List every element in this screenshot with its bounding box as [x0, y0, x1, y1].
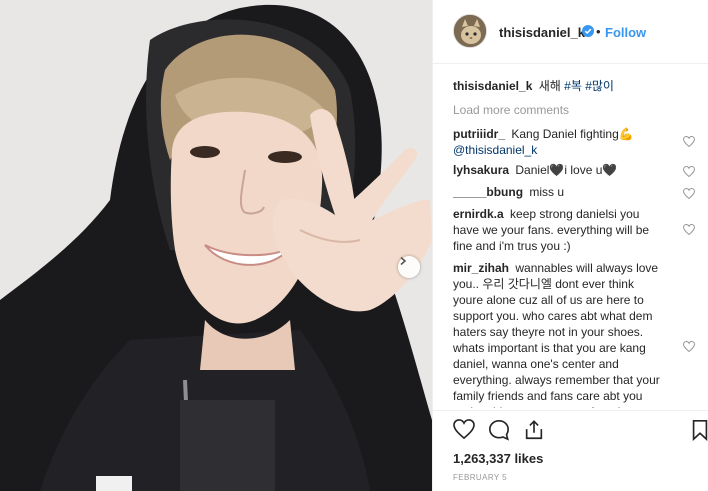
comment-text: Kang Daniel fighting💪 [511, 127, 634, 141]
comments-list[interactable]: thisisdaniel_k 새해 #복 #많이 Load more comme… [453, 78, 701, 408]
list-item: lyhsakura Daniel🖤i love u🖤 [453, 162, 663, 178]
separator-dot: • [596, 24, 601, 39]
comment-text: wannables will always love you.. 우리 갓다니엘… [453, 261, 660, 408]
post-date[interactable]: FEBRUARY 5 [453, 473, 507, 482]
like-comment-heart-icon[interactable] [683, 188, 695, 199]
comment-username[interactable]: lyhsakura [453, 163, 509, 177]
cat-avatar-icon [454, 15, 486, 47]
list-item: mir_zihah wannables will always love you… [453, 260, 663, 408]
chevron-right-icon [400, 256, 407, 266]
post-photo[interactable] [0, 0, 432, 491]
like-comment-heart-icon[interactable] [683, 224, 695, 235]
post-side-panel: thisisdaniel_k • Follow thisisdaniel_k 새… [432, 0, 708, 491]
next-photo-button[interactable] [398, 256, 420, 278]
post-actions: 1,263,337 likes FEBRUARY 5 [433, 410, 708, 491]
bookmark-icon[interactable] [691, 419, 708, 441]
post-username[interactable]: thisisdaniel_k [499, 25, 585, 40]
comment-text: miss u [529, 185, 565, 199]
load-more-comments-link[interactable]: Load more comments [453, 103, 569, 117]
post-caption: thisisdaniel_k 새해 #복 #많이 [453, 78, 683, 94]
caption-text: 새해 [538, 79, 561, 93]
likes-count[interactable]: 1,263,337 likes [453, 451, 543, 466]
comment-username[interactable]: ernirdk.a [453, 207, 504, 221]
list-item: putriiidr_ Kang Daniel fighting💪 @thisis… [453, 126, 663, 158]
like-comment-heart-icon[interactable] [683, 136, 695, 147]
selfie-illustration [0, 0, 432, 491]
share-icon[interactable] [523, 419, 545, 441]
avatar[interactable] [453, 14, 487, 48]
comment-bubble-icon[interactable] [488, 419, 510, 441]
list-item: _____bbung miss u [453, 184, 663, 200]
like-comment-heart-icon[interactable] [683, 166, 695, 177]
hashtag-link[interactable]: #많이 [585, 79, 614, 93]
comment-text: Daniel🖤i love u🖤 [515, 163, 618, 177]
list-item: ernirdk.a keep strong danielsi you have … [453, 206, 663, 254]
like-heart-icon[interactable] [453, 419, 475, 439]
comment-username[interactable]: mir_zihah [453, 261, 509, 275]
like-comment-heart-icon[interactable] [683, 341, 695, 352]
verified-badge-icon [582, 25, 594, 37]
comment-username[interactable]: _____bbung [453, 185, 523, 199]
hashtag-link[interactable]: #복 [564, 79, 582, 93]
post-header: thisisdaniel_k • Follow [433, 0, 708, 64]
caption-username[interactable]: thisisdaniel_k [453, 79, 532, 93]
follow-button[interactable]: Follow [605, 25, 646, 40]
comment-username[interactable]: putriiidr_ [453, 127, 505, 141]
mention-link[interactable]: @thisisdaniel_k [453, 143, 537, 157]
